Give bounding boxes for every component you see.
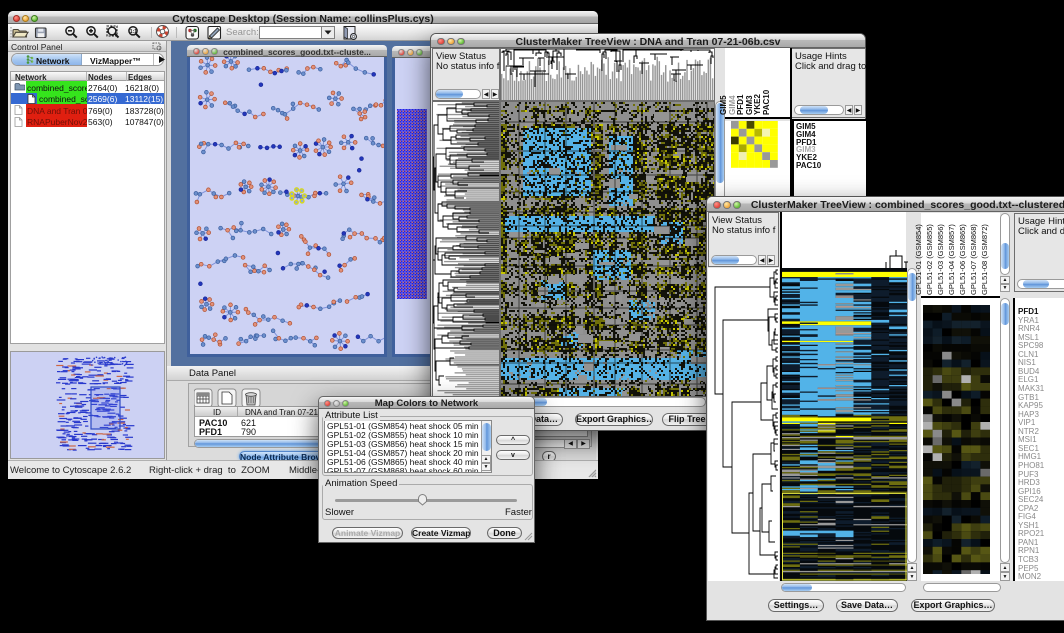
svg-text:Search:: Search: bbox=[226, 27, 259, 38]
svg-text:1:1: 1:1 bbox=[130, 29, 137, 35]
